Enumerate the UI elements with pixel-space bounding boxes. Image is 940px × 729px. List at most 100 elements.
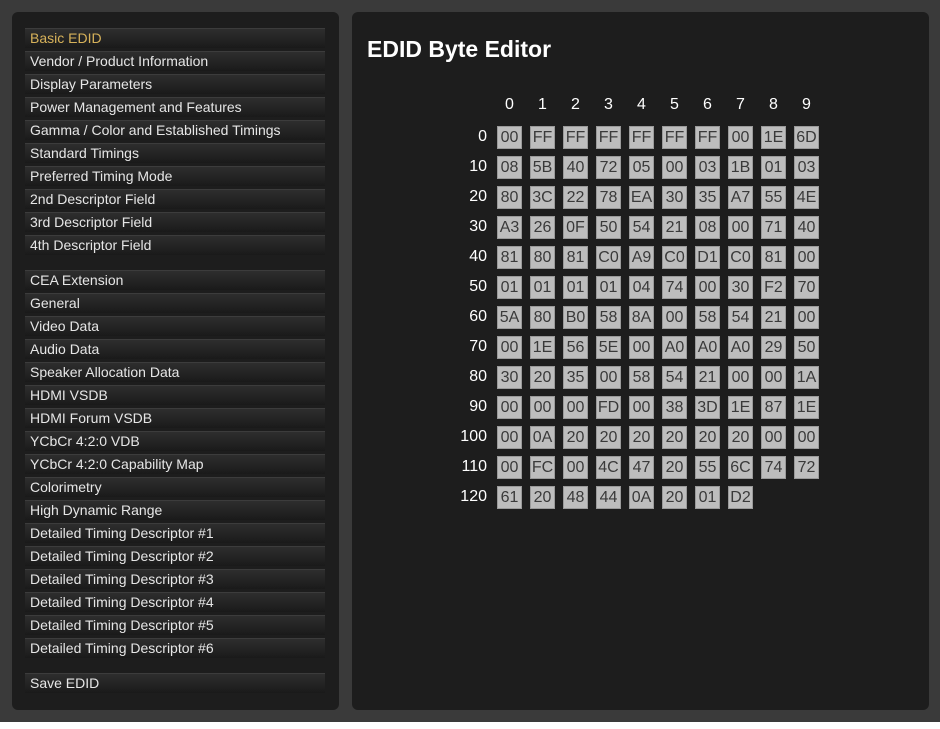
sidebar-item-vendor-product-information[interactable]: Vendor / Product Information	[25, 51, 325, 71]
byte-cell[interactable]: 6C	[728, 456, 753, 479]
byte-cell[interactable]: 20	[662, 456, 687, 479]
byte-cell[interactable]: FF	[662, 126, 687, 149]
byte-cell[interactable]: 0A	[530, 426, 555, 449]
byte-cell[interactable]: 21	[695, 366, 720, 389]
byte-cell[interactable]: A3	[497, 216, 522, 239]
byte-cell[interactable]: C0	[596, 246, 621, 269]
byte-cell[interactable]: 3C	[530, 186, 555, 209]
byte-cell[interactable]: 5A	[497, 306, 522, 329]
byte-cell[interactable]: 20	[563, 426, 588, 449]
byte-cell[interactable]: 00	[497, 426, 522, 449]
sidebar-item-4th-descriptor-field[interactable]: 4th Descriptor Field	[25, 235, 325, 255]
byte-cell[interactable]: FF	[629, 126, 654, 149]
byte-cell[interactable]: 04	[629, 276, 654, 299]
byte-cell[interactable]: 55	[695, 456, 720, 479]
byte-cell[interactable]: A0	[662, 336, 687, 359]
byte-cell[interactable]: 87	[761, 396, 786, 419]
byte-cell[interactable]: 1E	[530, 336, 555, 359]
byte-cell[interactable]: 44	[596, 486, 621, 509]
byte-cell[interactable]: 71	[761, 216, 786, 239]
byte-cell[interactable]: 20	[530, 486, 555, 509]
byte-cell[interactable]: B0	[563, 306, 588, 329]
sidebar-item-standard-timings[interactable]: Standard Timings	[25, 143, 325, 163]
byte-cell[interactable]: 58	[629, 366, 654, 389]
sidebar-item-display-parameters[interactable]: Display Parameters	[25, 74, 325, 94]
byte-cell[interactable]: 5B	[530, 156, 555, 179]
byte-cell[interactable]: 00	[794, 426, 819, 449]
sidebar-item-save-edid[interactable]: Save EDID	[25, 673, 325, 693]
byte-cell[interactable]: 80	[530, 306, 555, 329]
byte-cell[interactable]: 29	[761, 336, 786, 359]
byte-cell[interactable]: 81	[563, 246, 588, 269]
sidebar-item-detailed-timing-descriptor-2[interactable]: Detailed Timing Descriptor #2	[25, 546, 325, 566]
byte-cell[interactable]: 21	[761, 306, 786, 329]
byte-cell[interactable]: 00	[728, 126, 753, 149]
byte-cell[interactable]: 55	[761, 186, 786, 209]
byte-cell[interactable]: 20	[596, 426, 621, 449]
byte-cell[interactable]: 01	[530, 276, 555, 299]
byte-cell[interactable]: 01	[761, 156, 786, 179]
byte-cell[interactable]: 00	[629, 336, 654, 359]
byte-cell[interactable]: 00	[563, 456, 588, 479]
byte-cell[interactable]: 4C	[596, 456, 621, 479]
byte-cell[interactable]: 48	[563, 486, 588, 509]
byte-cell[interactable]: 81	[497, 246, 522, 269]
byte-cell[interactable]: 00	[794, 246, 819, 269]
byte-cell[interactable]: D1	[695, 246, 720, 269]
byte-cell[interactable]: FC	[530, 456, 555, 479]
byte-cell[interactable]: 00	[530, 396, 555, 419]
byte-cell[interactable]: 20	[629, 426, 654, 449]
byte-cell[interactable]: 50	[794, 336, 819, 359]
byte-cell[interactable]: 1E	[761, 126, 786, 149]
sidebar-item-3rd-descriptor-field[interactable]: 3rd Descriptor Field	[25, 212, 325, 232]
sidebar-item-colorimetry[interactable]: Colorimetry	[25, 477, 325, 497]
byte-cell[interactable]: 54	[728, 306, 753, 329]
sidebar-item-cea-extension[interactable]: CEA Extension	[25, 270, 325, 290]
sidebar-item-preferred-timing-mode[interactable]: Preferred Timing Mode	[25, 166, 325, 186]
sidebar-item-gamma-color-and-established-timings[interactable]: Gamma / Color and Established Timings	[25, 120, 325, 140]
byte-cell[interactable]: 01	[596, 276, 621, 299]
byte-cell[interactable]: FD	[596, 396, 621, 419]
byte-cell[interactable]: 5E	[596, 336, 621, 359]
byte-cell[interactable]: FF	[596, 126, 621, 149]
sidebar-item-general[interactable]: General	[25, 293, 325, 313]
byte-cell[interactable]: 72	[794, 456, 819, 479]
byte-cell[interactable]: 47	[629, 456, 654, 479]
byte-cell[interactable]: 4E	[794, 186, 819, 209]
byte-cell[interactable]: 30	[497, 366, 522, 389]
byte-cell[interactable]: A0	[728, 336, 753, 359]
byte-cell[interactable]: 00	[662, 156, 687, 179]
sidebar-item-high-dynamic-range[interactable]: High Dynamic Range	[25, 500, 325, 520]
byte-cell[interactable]: FF	[695, 126, 720, 149]
byte-cell[interactable]: 22	[563, 186, 588, 209]
byte-cell[interactable]: 03	[794, 156, 819, 179]
byte-cell[interactable]: 00	[794, 306, 819, 329]
byte-cell[interactable]: A9	[629, 246, 654, 269]
byte-cell[interactable]: 74	[662, 276, 687, 299]
byte-cell[interactable]: 00	[728, 216, 753, 239]
byte-cell[interactable]: 00	[728, 366, 753, 389]
byte-cell[interactable]: 81	[761, 246, 786, 269]
sidebar-item-2nd-descriptor-field[interactable]: 2nd Descriptor Field	[25, 189, 325, 209]
byte-cell[interactable]: 78	[596, 186, 621, 209]
sidebar-item-speaker-allocation-data[interactable]: Speaker Allocation Data	[25, 362, 325, 382]
sidebar-item-power-management-and-features[interactable]: Power Management and Features	[25, 97, 325, 117]
sidebar-item-audio-data[interactable]: Audio Data	[25, 339, 325, 359]
byte-cell[interactable]: 74	[761, 456, 786, 479]
byte-cell[interactable]: 8A	[629, 306, 654, 329]
sidebar-item-ycbcr-4-2-0-capability-map[interactable]: YCbCr 4:2:0 Capability Map	[25, 454, 325, 474]
byte-cell[interactable]: 00	[497, 396, 522, 419]
byte-cell[interactable]: F2	[761, 276, 786, 299]
byte-cell[interactable]: A7	[728, 186, 753, 209]
byte-cell[interactable]: 40	[794, 216, 819, 239]
byte-cell[interactable]: 1E	[728, 396, 753, 419]
byte-cell[interactable]: 35	[563, 366, 588, 389]
byte-cell[interactable]: 26	[530, 216, 555, 239]
byte-cell[interactable]: 58	[596, 306, 621, 329]
byte-cell[interactable]: 40	[563, 156, 588, 179]
byte-cell[interactable]: 08	[695, 216, 720, 239]
byte-cell[interactable]: 20	[728, 426, 753, 449]
byte-cell[interactable]: 0A	[629, 486, 654, 509]
byte-cell[interactable]: 00	[563, 396, 588, 419]
byte-cell[interactable]: 0F	[563, 216, 588, 239]
